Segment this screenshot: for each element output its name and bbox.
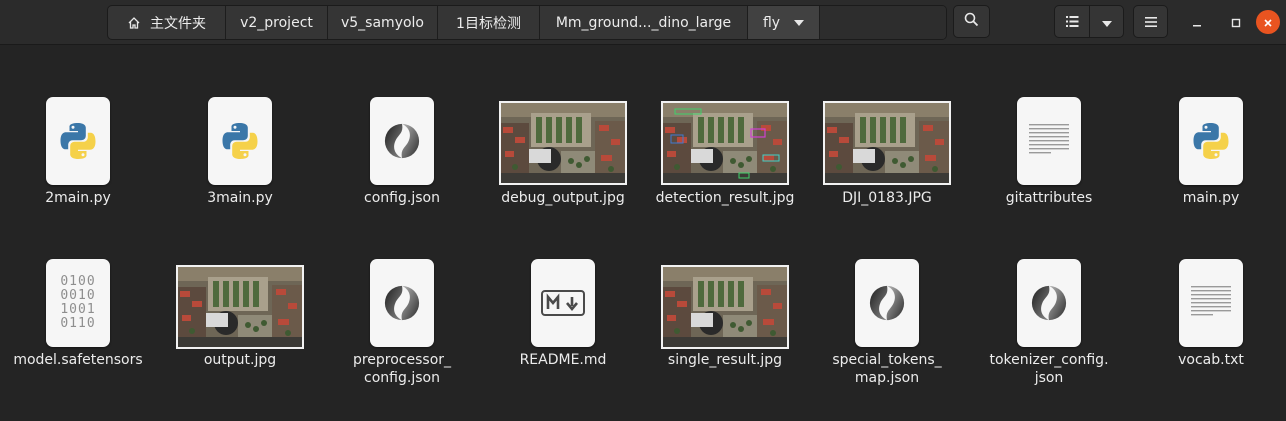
file-name: main.py [1182, 190, 1240, 206]
list-view-icon [1065, 12, 1079, 31]
file-name: preprocessor_ config.json [324, 351, 480, 387]
file-item[interactable]: gitattributes [971, 97, 1127, 207]
file-item[interactable]: single_result.jpg [647, 259, 803, 369]
text-icon [1017, 97, 1081, 185]
breadcrumb-item[interactable]: v5_samyolo [328, 6, 438, 39]
breadcrumb-item[interactable]: v2_project [226, 6, 328, 39]
file-name-line: special_tokens_ [832, 352, 942, 368]
image-thumbnail [661, 265, 789, 349]
json-icon [370, 259, 434, 347]
file-item[interactable]: 3main.py [162, 97, 318, 207]
binary-line: 0110 [60, 316, 96, 331]
maximize-icon [1231, 13, 1241, 32]
file-name: 3main.py [207, 190, 273, 206]
file-name: config.json [364, 190, 440, 206]
json-icon [370, 97, 434, 185]
minimize-icon [1192, 13, 1202, 32]
home-icon [127, 16, 141, 30]
file-name: gitattributes [1005, 190, 1093, 206]
markdown-icon [531, 259, 595, 347]
breadcrumb-label: v5_samyolo [340, 14, 424, 31]
file-item[interactable]: README.md [485, 259, 641, 369]
file-name-line: config.json [364, 370, 440, 386]
file-item[interactable]: vocab.txt [1133, 259, 1286, 369]
close-button[interactable] [1256, 10, 1280, 34]
file-name: model.safetensors [13, 352, 143, 368]
file-name: output.jpg [203, 352, 277, 368]
chevron-down-icon [794, 19, 805, 26]
breadcrumb-current[interactable]: fly [748, 6, 820, 39]
file-name: detection_result.jpg [655, 190, 795, 206]
text-icon [1179, 259, 1243, 347]
file-name-line: preprocessor_ [352, 352, 452, 368]
breadcrumb-home[interactable]: 主文件夹 [108, 6, 226, 39]
minimize-button[interactable] [1185, 10, 1209, 34]
maximize-button[interactable] [1224, 10, 1248, 34]
file-item[interactable]: config.json [324, 97, 480, 207]
file-name: special_tokens_ map.json [809, 351, 965, 387]
list-view-button[interactable] [1054, 5, 1090, 38]
file-name: debug_output.jpg [501, 190, 625, 206]
binary-line: 1001 [60, 302, 96, 317]
binary-line: 0010 [60, 288, 96, 303]
breadcrumb: 主文件夹 v2_project v5_samyolo 1目标检测 Mm_grou… [107, 5, 947, 40]
python-icon [1179, 97, 1243, 185]
search-icon [964, 12, 979, 31]
file-name-line: tokenizer_config. [989, 352, 1109, 368]
breadcrumb-empty-area[interactable] [820, 6, 946, 39]
file-name: DJI_0183.JPG [842, 190, 932, 206]
image-thumbnail [823, 101, 951, 185]
json-icon [1017, 259, 1081, 347]
file-name: vocab.txt [1178, 352, 1244, 368]
file-manager-window: 主文件夹 v2_project v5_samyolo 1目标检测 Mm_grou… [0, 0, 1286, 421]
image-thumbnail [661, 101, 789, 185]
file-name: tokenizer_config. json [971, 351, 1127, 387]
breadcrumb-item[interactable]: Mm_ground..._dino_large [540, 6, 748, 39]
search-button[interactable] [953, 5, 990, 38]
binary-line: 0100 [60, 274, 96, 289]
file-item[interactable]: tokenizer_config. json [971, 259, 1127, 387]
breadcrumb-label: fly [762, 14, 781, 31]
close-icon [1263, 13, 1273, 32]
image-thumbnail [176, 265, 304, 349]
binary-icon: 0100 0010 1001 0110 [46, 259, 110, 347]
file-item[interactable]: detection_result.jpg [647, 97, 803, 207]
file-item[interactable]: 0100 0010 1001 0110 model.safetensors [0, 259, 156, 369]
file-name: README.md [519, 352, 607, 368]
file-item[interactable]: special_tokens_ map.json [809, 259, 965, 387]
file-item[interactable]: main.py [1133, 97, 1286, 207]
breadcrumb-label: 1目标检测 [456, 15, 521, 32]
file-item[interactable]: 2main.py [0, 97, 156, 207]
file-item[interactable]: DJI_0183.JPG [809, 97, 965, 207]
file-name: 2main.py [45, 190, 111, 206]
breadcrumb-item[interactable]: 1目标检测 [438, 6, 540, 39]
json-icon [855, 259, 919, 347]
image-thumbnail [499, 101, 627, 185]
hamburger-menu-icon [1144, 12, 1157, 31]
file-item[interactable]: output.jpg [162, 259, 318, 369]
file-name-line: map.json [854, 370, 920, 386]
python-icon [46, 97, 110, 185]
breadcrumb-label: Mm_ground..._dino_large [555, 14, 732, 31]
chevron-down-icon [1101, 12, 1112, 31]
python-icon [208, 97, 272, 185]
header-bar: 主文件夹 v2_project v5_samyolo 1目标检测 Mm_grou… [0, 0, 1286, 45]
file-item[interactable]: debug_output.jpg [485, 97, 641, 207]
file-item[interactable]: preprocessor_ config.json [324, 259, 480, 387]
file-name: single_result.jpg [667, 352, 783, 368]
breadcrumb-label: v2_project [240, 14, 313, 31]
view-options-button[interactable] [1089, 5, 1124, 38]
breadcrumb-label: 主文件夹 [150, 15, 206, 32]
main-menu-button[interactable] [1133, 5, 1168, 38]
file-name-line: json [1034, 370, 1064, 386]
